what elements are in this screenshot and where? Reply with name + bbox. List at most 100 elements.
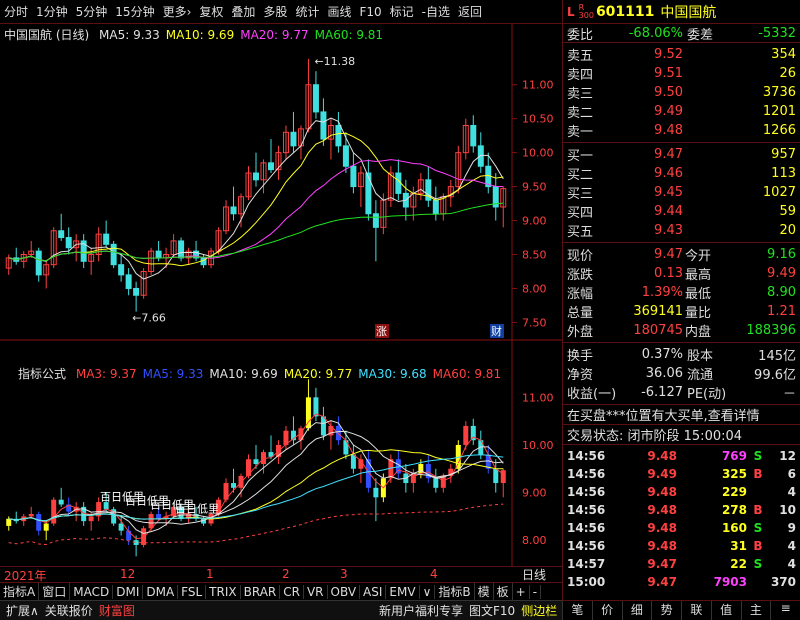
main-ytick: 9.50 — [522, 181, 547, 194]
sell-volume: 1201 — [762, 104, 796, 119]
stat2-value: － — [782, 387, 796, 402]
candle-body — [432, 199, 439, 215]
indicator-tab-9[interactable]: VR — [304, 584, 328, 599]
main-ytick: 8.50 — [522, 249, 547, 262]
candle-body — [103, 233, 110, 245]
indicator-tab-16[interactable]: 板 — [494, 583, 513, 600]
indicator-tab-10[interactable]: OBV — [328, 584, 361, 599]
status-left-1[interactable]: 关联报价 — [42, 602, 96, 619]
toolbar-item-12[interactable]: -自选 — [418, 3, 454, 20]
indicator-tab-13[interactable]: ∨ — [420, 584, 436, 599]
toolbar-item-1[interactable]: 1分钟 — [32, 3, 72, 20]
toolbar-item-4[interactable]: 更多› — [159, 3, 196, 20]
toolbar-item-2[interactable]: 5分钟 — [72, 3, 112, 20]
stat2-value: -6.127 — [641, 385, 683, 400]
toolbar-item-7[interactable]: 多股 — [259, 3, 291, 20]
indicator-tab-0[interactable]: 指标A — [0, 583, 40, 600]
tick-row: 14:56 9.48 769 S 12 — [567, 447, 796, 465]
stat2-row-1: 净资 36.06 流通 99.6亿 — [567, 364, 796, 383]
sub-ytick: 9.00 — [522, 487, 547, 500]
stat2-label: PE(动) — [687, 387, 727, 402]
indicator-tab-5[interactable]: FSL — [178, 584, 207, 599]
period-label[interactable]: 日线 — [522, 566, 546, 583]
tick-price: 9.48 — [647, 539, 677, 553]
low-label: ←7.66 — [132, 312, 166, 325]
quote-tab-2[interactable]: 细 — [621, 601, 652, 620]
buy-book: 买一 9.47 957 买二 9.46 113 买三 9.45 1027 买四 9.44 59 买五 9.… — [563, 143, 800, 243]
sell-row-4: 卖一 9.48 1266 — [567, 121, 796, 140]
indicator-tab-7[interactable]: BRAR — [241, 584, 281, 599]
quote-panel: L R 300 601111 中国国航 委比 -68.06% 委差 -5332 … — [562, 0, 800, 600]
weicha-label: 委差 — [687, 27, 714, 43]
toolbar-item-11[interactable]: 标记 — [386, 3, 418, 20]
quote-tab-6[interactable]: 主 — [740, 601, 771, 620]
stat-label: 今开 — [685, 249, 712, 264]
sell-volume: 354 — [771, 47, 796, 62]
toolbar-item-5[interactable]: 复权 — [195, 3, 227, 20]
candle-body — [395, 172, 402, 194]
toolbar-item-9[interactable]: 画线 — [323, 3, 355, 20]
big-order-notice[interactable]: 在买盘***位置有大买单,查看详情 — [563, 405, 800, 425]
tick-time: 14:56 — [567, 539, 606, 553]
tick-side: B — [753, 467, 763, 481]
kline-chart[interactable]: 11.00 10.50 10.00 9.50 9.00 8.50 8.00 7.50 11.00… — [0, 24, 562, 566]
quote-tab-5[interactable]: 值 — [710, 601, 741, 620]
status-left-2[interactable]: 财富图 — [96, 602, 138, 619]
candle-body — [372, 213, 379, 228]
badge-r: R 300 — [579, 3, 594, 20]
toolbar-item-6[interactable]: 叠加 — [227, 3, 259, 20]
indicator-tab-18[interactable]: - — [530, 584, 542, 599]
stat-value: 1.21 — [767, 304, 796, 319]
indicator-tab-11[interactable]: ASI — [360, 584, 387, 599]
candle-body — [290, 131, 297, 147]
indicator-tab-15[interactable]: 模 — [475, 583, 494, 600]
indicator-tab-6[interactable]: TRIX — [206, 584, 241, 599]
tick-side: B — [753, 503, 763, 517]
candle-body — [118, 264, 125, 276]
toolbar-item-0[interactable]: 分时 — [0, 3, 32, 20]
toolbar-item-8[interactable]: 统计 — [291, 3, 323, 20]
tag-zhang[interactable]: 涨 — [376, 325, 387, 338]
stat-label: 最低 — [685, 287, 712, 302]
stat-row-2: 涨幅 1.39% 最低 8.90 — [567, 283, 796, 302]
tick-volume: 769 — [721, 449, 747, 463]
tick-count: 12 — [779, 449, 796, 463]
indicator-tab-1[interactable]: 窗口 — [39, 583, 71, 600]
candle-body — [253, 172, 259, 181]
toolbar-item-13[interactable]: 返回 — [454, 3, 486, 20]
sell-row-1: 卖四 9.51 26 — [567, 64, 796, 83]
toolbar-item-10[interactable]: F10 — [355, 5, 385, 19]
indicator-tab-4[interactable]: DMA — [143, 584, 179, 599]
chart-area[interactable]: 中国国航 (日线) MA5: 9.33 MA10: 9.69 MA20: 9.77 M… — [0, 24, 562, 566]
x-label-1: 12 — [120, 566, 136, 581]
quote-tab-3[interactable]: 势 — [651, 601, 681, 620]
status-right-0[interactable]: 新用户福利专享 — [376, 602, 466, 619]
tick-price: 9.48 — [647, 521, 677, 535]
stat2-label: 换手 — [567, 349, 594, 364]
notice-text[interactable]: 在买盘***位置有大买单,查看详情 — [567, 405, 760, 424]
tick-count: 10 — [779, 503, 796, 517]
sell-volume: 3736 — [762, 85, 796, 100]
status-left-0[interactable]: 扩展∧ — [3, 602, 42, 619]
quote-tab-4[interactable]: 联 — [681, 601, 711, 620]
tick-price: 9.48 — [647, 485, 677, 499]
quote-tab-1[interactable]: 价 — [591, 601, 622, 620]
indicator-tab-8[interactable]: CR — [280, 584, 304, 599]
tick-count: 6 — [787, 467, 796, 481]
quote-tab-0[interactable]: 笔 — [562, 601, 592, 620]
tag-cai[interactable]: 财 — [491, 324, 502, 338]
tick-price: 9.48 — [647, 449, 677, 463]
quote-tab-7[interactable]: ≡ — [770, 601, 800, 620]
indicator-tab-2[interactable]: MACD — [70, 584, 114, 599]
stat-value: 369141 — [633, 304, 683, 319]
indicator-tab-3[interactable]: DMI — [113, 584, 144, 599]
stat-row-3: 总量 369141 量比 1.21 — [567, 302, 796, 321]
weibi-label: 委比 — [567, 27, 594, 43]
status-right-1[interactable]: 图文F10 — [466, 602, 518, 619]
toolbar-item-3[interactable]: 15分钟 — [111, 3, 158, 20]
candle-body — [230, 206, 237, 215]
trade-status: 交易状态: 闭市阶段 15:00:04 — [563, 425, 800, 445]
indicator-tab-17[interactable]: + — [513, 584, 530, 599]
indicator-tab-14[interactable]: 指标B — [435, 583, 475, 600]
indicator-tab-12[interactable]: EMV — [386, 584, 420, 599]
